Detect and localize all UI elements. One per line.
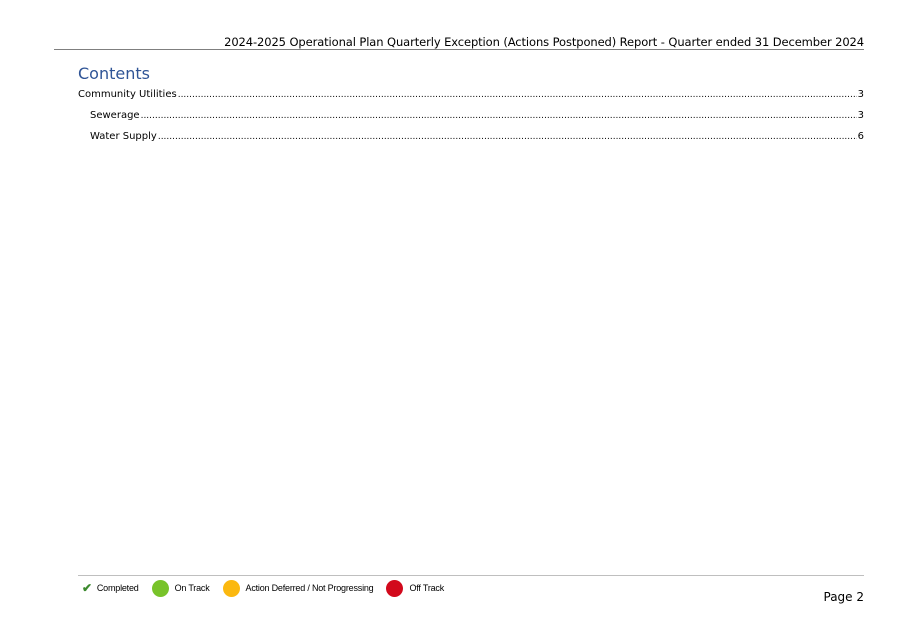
toc-dot-leader xyxy=(158,132,857,142)
toc-entry-label: Water Supply xyxy=(90,131,157,142)
legend-item-completed: ✔ Completed xyxy=(82,582,139,594)
legend-label-deferred: Action Deferred / Not Progressing xyxy=(245,583,374,593)
toc-entry-page: 6 xyxy=(857,131,864,142)
report-header-title: 2024-2025 Operational Plan Quarterly Exc… xyxy=(224,35,864,49)
amber-circle-icon xyxy=(222,579,240,597)
contents-heading: Contents xyxy=(78,64,150,83)
toc-entry-water-supply[interactable]: Water Supply 6 xyxy=(90,131,864,142)
page-number: Page 2 xyxy=(823,590,865,604)
toc-dot-leader xyxy=(141,111,857,121)
toc-entry-label: Community Utilities xyxy=(78,89,177,100)
toc-entry-sewerage[interactable]: Sewerage 3 xyxy=(90,110,864,121)
toc-dot-leader xyxy=(178,90,857,100)
check-icon: ✔ xyxy=(82,581,92,595)
toc-entry-community-utilities[interactable]: Community Utilities 3 xyxy=(78,89,864,100)
footer-divider xyxy=(78,575,864,576)
red-circle-icon xyxy=(386,579,404,597)
green-circle-icon xyxy=(151,579,169,597)
toc-entry-label: Sewerage xyxy=(90,110,140,121)
legend-label-on-track: On Track xyxy=(174,583,210,593)
legend-label-completed: Completed xyxy=(96,583,139,593)
legend-item-deferred: Action Deferred / Not Progressing xyxy=(222,579,374,597)
legend-label-off-track: Off Track xyxy=(409,583,445,593)
legend-item-on-track: On Track xyxy=(151,579,210,597)
toc-entry-page: 3 xyxy=(857,89,864,100)
status-legend: ✔ Completed On Track Action Deferred / N… xyxy=(82,578,457,598)
header-divider xyxy=(54,49,864,50)
legend-item-off-track: Off Track xyxy=(386,579,445,597)
toc-entry-page: 3 xyxy=(857,110,864,121)
